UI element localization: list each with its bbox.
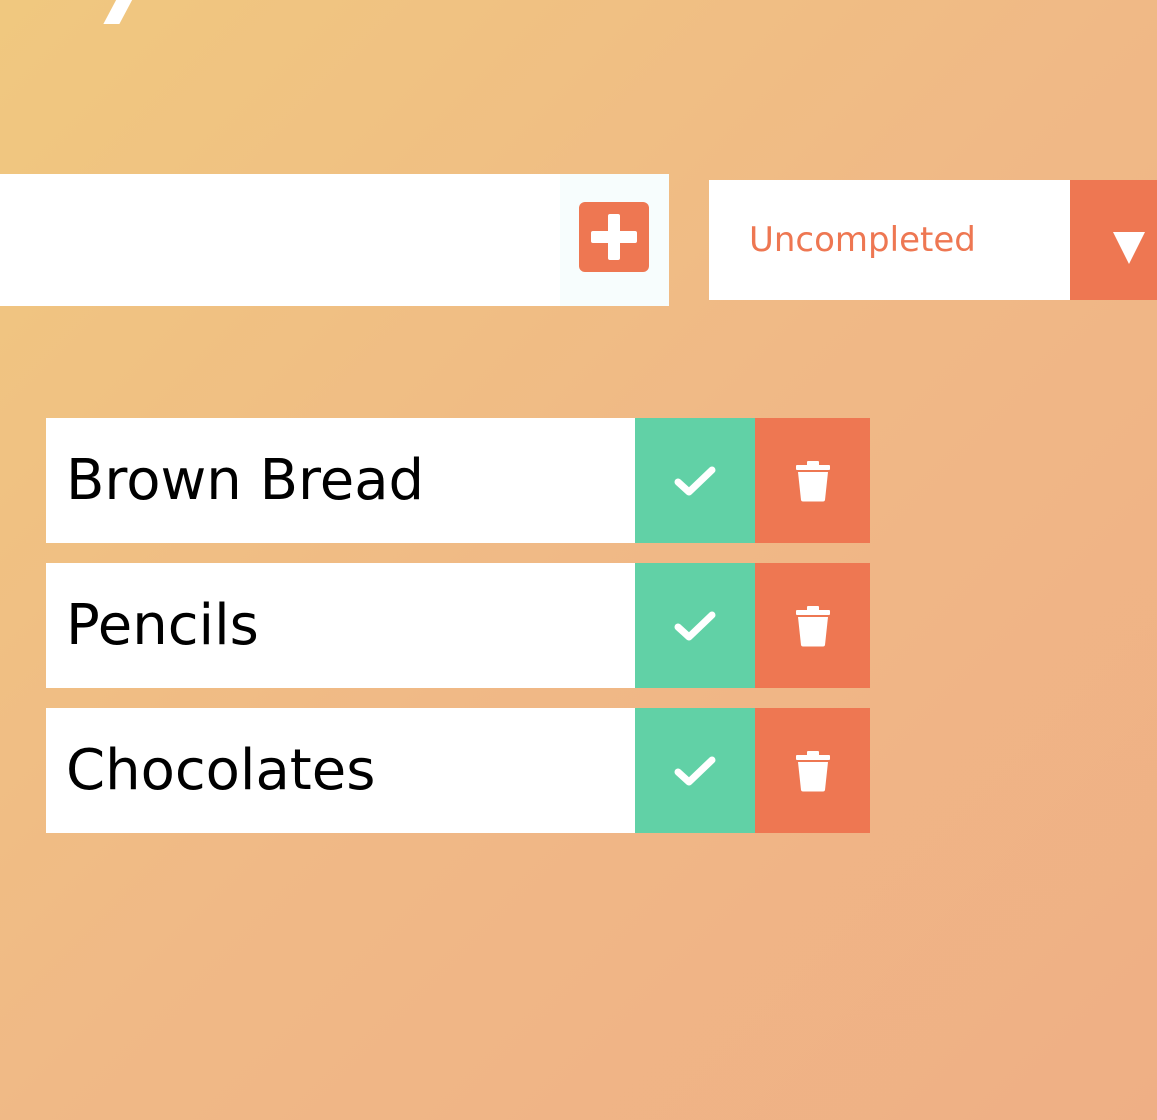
- filter-selected-value: Uncompleted: [749, 220, 976, 260]
- check-icon: [674, 756, 716, 785]
- delete-button[interactable]: [755, 708, 870, 833]
- trash-icon: [795, 460, 830, 501]
- todo-item: Chocolates: [46, 708, 870, 833]
- todo-text: Brown Bread: [66, 448, 425, 513]
- todo-text: Chocolates: [66, 738, 376, 803]
- trash-icon: [795, 750, 830, 791]
- check-icon: [674, 466, 716, 495]
- todo-text: Pencils: [66, 593, 259, 658]
- filter-dropdown-arrow[interactable]: [1070, 180, 1157, 300]
- app-title-fragment: [100, 0, 140, 25]
- filter-select[interactable]: Uncompleted: [709, 180, 1157, 300]
- complete-button[interactable]: [635, 418, 755, 543]
- delete-button[interactable]: [755, 418, 870, 543]
- trash-icon: [795, 605, 830, 646]
- complete-button[interactable]: [635, 563, 755, 688]
- delete-button[interactable]: [755, 563, 870, 688]
- new-todo-input[interactable]: [0, 174, 560, 306]
- plus-square-icon: [579, 202, 649, 272]
- todo-item: Brown Bread: [46, 418, 870, 543]
- new-todo-form: [0, 174, 669, 306]
- complete-button[interactable]: [635, 708, 755, 833]
- check-icon: [674, 611, 716, 640]
- add-todo-button[interactable]: [560, 174, 669, 306]
- triangle-down-icon: [1113, 232, 1145, 264]
- todo-list: Brown Bread Pencils Chocolates: [46, 418, 870, 853]
- todo-item: Pencils: [46, 563, 870, 688]
